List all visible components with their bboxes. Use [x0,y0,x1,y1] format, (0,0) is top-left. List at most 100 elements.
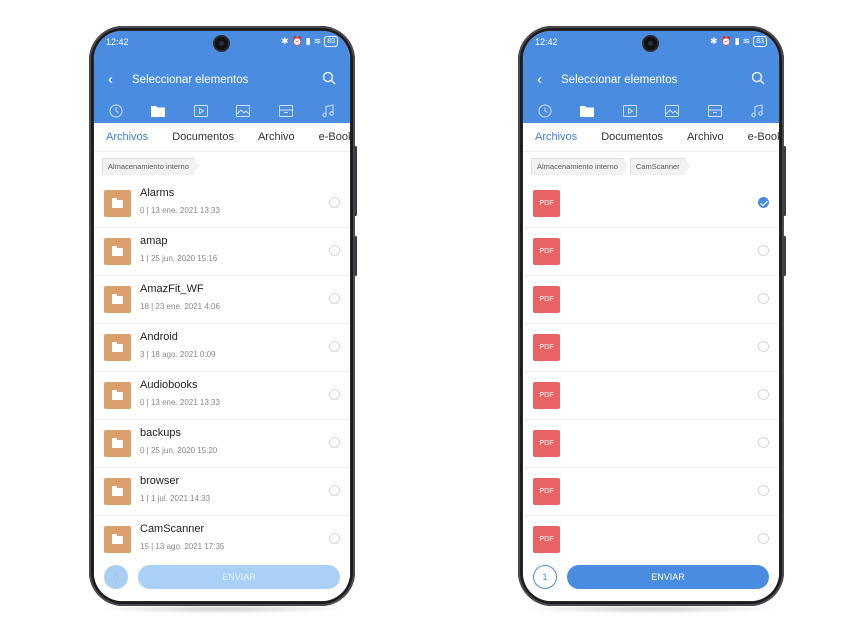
folder-icon[interactable] [575,99,600,130]
selected-count: 0 [104,565,128,589]
select-radio[interactable] [758,533,769,544]
category-bar [94,99,350,130]
back-icon[interactable]: ‹ [537,71,542,88]
status-icons: ✱ ⏰ ▮ ≋ 83 [710,36,767,47]
battery-icon: 83 [753,36,767,47]
bluetooth-icon: ✱ [709,36,718,46]
tab-archivos[interactable]: Archivos [523,131,589,143]
select-radio[interactable] [329,485,340,496]
music-icon[interactable] [745,99,769,123]
pdf-file-icon: PDF [533,190,560,217]
send-button[interactable]: ENVIAR [138,565,340,589]
select-radio[interactable] [329,341,340,352]
list-item[interactable]: browser 1 | 1 jul. 2021 14:33 [94,467,350,516]
select-radio[interactable] [329,197,340,208]
item-meta: 15 | 13 ago. 2021 17:35 [140,542,225,551]
folder-icon[interactable] [146,99,171,130]
wifi-icon: ≋ [313,36,322,46]
select-radio[interactable] [758,197,769,208]
bottom-bar: 1 ENVIAR [523,555,779,601]
music-icon[interactable] [316,99,340,123]
redacted-filename [567,377,737,415]
bottom-bar: 0 ENVIAR [94,555,350,601]
screen-left: 12:42 ✱ ⏰ ▮ ≋ 83 ‹ Seleccionar elementos [94,31,350,601]
send-button[interactable]: ENVIAR [567,565,769,589]
item-name: browser [140,475,180,487]
select-radio[interactable] [758,245,769,256]
item-name: CamScanner [140,523,205,535]
select-radio[interactable] [758,437,769,448]
redacted-filename [567,233,737,271]
list-item[interactable]: Android 3 | 18 ago. 2021 0:09 [94,323,350,372]
alarm-icon: ⏰ [720,36,732,46]
list-item[interactable]: PDF [523,467,779,516]
list-item[interactable]: PDF [523,179,779,228]
phone-right: 12:42 ✱ ⏰ ▮ ≋ 83 ‹ Seleccionar elementos [518,26,786,606]
item-name: backups [140,427,181,439]
image-icon[interactable] [660,99,684,123]
redacted-filename [567,521,737,559]
breadcrumb-item[interactable]: CamScanner [630,158,690,175]
video-icon[interactable] [189,99,213,123]
item-meta: 18 | 23 ene. 2021 4:06 [140,302,220,311]
list-item[interactable]: Audiobooks 0 | 13 ene. 2021 13:33 [94,371,350,420]
bluetooth-icon: ✱ [280,36,289,46]
image-icon[interactable] [231,99,255,123]
front-camera [644,37,657,50]
search-icon[interactable] [322,71,336,85]
search-icon[interactable] [751,71,765,85]
select-radio[interactable] [758,485,769,496]
recent-icon[interactable] [104,99,128,123]
status-time: 12:42 [106,37,129,47]
item-name: amap [140,235,168,247]
tab-documentos[interactable]: Documentos [589,131,675,143]
select-radio[interactable] [329,389,340,400]
list-item[interactable]: PDF [523,227,779,276]
recent-icon[interactable] [533,99,557,123]
select-radio[interactable] [329,437,340,448]
list-item[interactable]: PDF [523,419,779,468]
tab-bar: Archivos Documentos Archivo e-Books [523,123,779,151]
list-item[interactable]: amap 1 | 25 jun. 2020 15:16 [94,227,350,276]
tab-archivo[interactable]: Archivo [246,131,307,143]
list-item[interactable]: Alarms 0 | 13 ene. 2021 13:33 [94,179,350,228]
pdf-file-icon: PDF [533,478,560,505]
pdf-file-icon: PDF [533,526,560,553]
tab-ebooks[interactable]: e-Books [307,131,350,143]
select-radio[interactable] [758,341,769,352]
list-item[interactable]: PDF [523,371,779,420]
breadcrumb-item[interactable]: Almacenamiento interno [102,158,199,175]
pdf-file-icon: PDF [533,382,560,409]
archive-icon[interactable] [703,99,727,123]
select-radio[interactable] [758,389,769,400]
breadcrumb-item[interactable]: Almacenamiento interno [531,158,628,175]
list-item[interactable]: PDF [523,323,779,372]
archive-icon[interactable] [274,99,298,123]
pdf-file-icon: PDF [533,286,560,313]
tab-archivos[interactable]: Archivos [94,131,160,143]
back-icon[interactable]: ‹ [108,71,113,88]
folder-icon [104,526,131,553]
list-item[interactable]: AmazFit_WF 18 | 23 ene. 2021 4:06 [94,275,350,324]
item-name: AmazFit_WF [140,283,204,295]
item-name: Android [140,331,178,343]
video-icon[interactable] [618,99,642,123]
list-item[interactable]: PDF [523,275,779,324]
signal-icon: ▮ [734,36,740,46]
redacted-filename [567,329,737,367]
volume-button [354,236,357,276]
folder-icon [104,334,131,361]
folder-icon [104,238,131,265]
tab-documentos[interactable]: Documentos [160,131,246,143]
power-button [783,146,786,216]
item-meta: 0 | 13 ene. 2021 13:33 [140,398,220,407]
list-item[interactable]: backups 0 | 25 jun. 2020 15:20 [94,419,350,468]
select-radio[interactable] [329,533,340,544]
select-radio[interactable] [329,245,340,256]
file-list: Alarms 0 | 13 ene. 2021 13:33 amap 1 | 2… [94,179,350,564]
select-radio[interactable] [758,293,769,304]
tab-ebooks[interactable]: e-Books [736,131,779,143]
tab-archivo[interactable]: Archivo [675,131,736,143]
battery-icon: 83 [324,36,338,47]
select-radio[interactable] [329,293,340,304]
